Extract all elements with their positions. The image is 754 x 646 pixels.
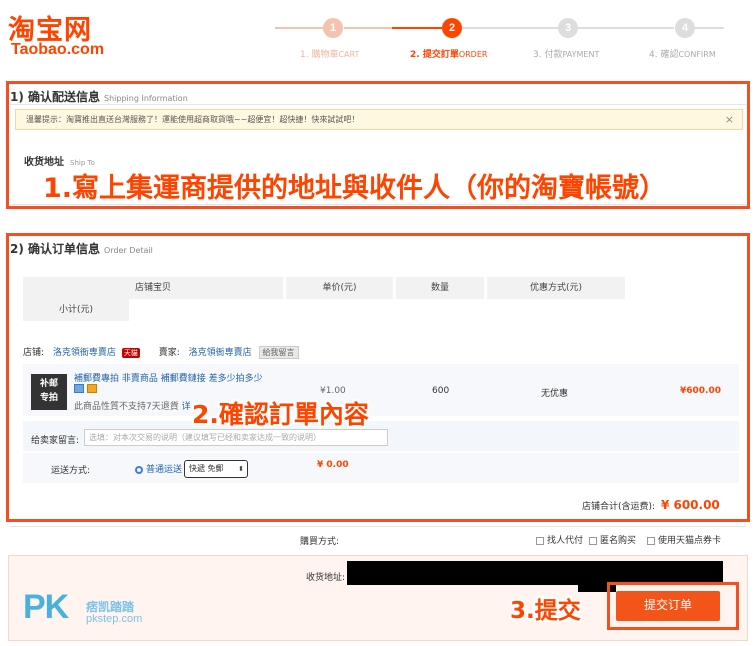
step-3-label: 3. 付款PAYMENT (533, 50, 600, 60)
step-4-circle: 4 (675, 18, 695, 38)
option-anonymous[interactable]: 匿名购买 (589, 533, 636, 546)
tmall-badge: 天貓 (121, 348, 140, 358)
item-title-link[interactable]: 補郵費專拍 非賣商品 補郵費鏈接 差多少拍多少 (74, 371, 263, 384)
item-note: 此商品性質不支持7天退貨 详 (74, 402, 191, 412)
column-header-discount: 优惠方式(元) (487, 277, 625, 299)
step-1-label: 1. 購物車CART (300, 50, 360, 60)
seller-label: 賣家: (158, 348, 180, 358)
service-icon (74, 384, 84, 393)
divider (10, 526, 746, 527)
annotation-step-2: 2.確認訂單內容 (192, 400, 369, 429)
step-2-circle: 2 (442, 18, 462, 38)
shipping-method-row (23, 453, 739, 483)
item-quantity: 600 (432, 386, 450, 396)
shop-label: 店铺: (23, 348, 45, 358)
notice-text: 溫馨提示：淘寶推出直送台灣服務了！運能使用超商取貨哦~~超便宜！超快捷！快來試試… (26, 115, 360, 124)
step-3-circle: 3 (558, 18, 578, 38)
step-1-circle: 1 (323, 18, 343, 38)
pk-watermark-logo: PK (23, 588, 69, 626)
shipping-section-title: 1) 确认配送信息 Shipping Information (10, 90, 188, 104)
radio-icon[interactable] (135, 465, 143, 474)
checkbox-icon[interactable] (647, 536, 655, 545)
card-icon (87, 384, 97, 393)
shipping-carrier-select[interactable]: 快遞 免郵 ⬍ (184, 460, 248, 478)
column-header-subtotal: 小计(元) (23, 299, 129, 321)
option-pay-by-friend[interactable]: 找人代付 (536, 533, 583, 546)
checkbox-icon[interactable] (589, 536, 597, 545)
progress-line-5 (694, 27, 724, 29)
shipping-method-option[interactable]: 普通运送 (135, 462, 182, 475)
item-subtotal: ¥600.00 (680, 386, 721, 396)
step-4-label: 4. 確認CONFIRM (649, 50, 716, 60)
shop-info: 店铺: 洛克領衙専賣店 天貓 賣家: 洛克領衙専賣店 給我留言 (23, 345, 299, 359)
divider (10, 104, 746, 105)
taobao-logo-en[interactable]: Taobao.com (11, 41, 104, 59)
checkbox-icon[interactable] (536, 536, 544, 545)
progress-line-3 (462, 27, 558, 29)
progress-line-4 (578, 27, 674, 29)
shop-total-amount: ¥ 600.00 (660, 498, 720, 512)
step-2-label: 2. 提交訂單ORDER (410, 50, 488, 60)
shipping-fee: ¥ 0.00 (317, 460, 349, 470)
message-to-seller-input[interactable]: 选填：对本次交易的说明（建议填写已经和卖家达成一致的说明） (84, 429, 388, 446)
order-section-title: 2) 确认订单信息 Order Detail (10, 242, 153, 256)
purchase-method-label: 購買方式: (300, 537, 340, 547)
item-note-link[interactable]: 详 (182, 402, 191, 412)
item-discount: 无优惠 (541, 389, 569, 399)
shipping-method-label: 运送方式: (51, 466, 91, 476)
final-address-label: 收货地址: (306, 573, 346, 583)
progress-line-2-active (392, 27, 442, 29)
close-icon[interactable]: × (725, 110, 734, 129)
column-header-qty: 数量 (396, 277, 484, 299)
shop-name-link[interactable]: 洛克領衙専賣店 (53, 348, 116, 358)
watermark-url: pkstep.com (86, 613, 143, 625)
column-header-item: 店铺宝贝 (23, 277, 283, 299)
option-tmall-voucher[interactable]: 使用天猫点券卡 (647, 533, 721, 546)
message-label: 给卖家留言: (31, 436, 80, 446)
column-header-price: 单价(元) (286, 277, 393, 299)
chevron-updown-icon: ⬍ (238, 465, 244, 473)
annotation-step-1: 1.寫上集運商提供的地址與收件人（你的淘寶帳號） (43, 173, 667, 204)
notice-banner: 溫馨提示：淘寶推出直送台灣服務了！運能使用超商取貨哦~~超便宜！超快捷！快來試試… (15, 109, 743, 130)
annotation-step-3: 3.提交 (510, 598, 581, 624)
submit-order-button[interactable]: 提交订单 (616, 591, 720, 621)
shop-total: 店铺合计(含运费): ¥ 600.00 (582, 498, 720, 512)
contact-seller-button[interactable]: 給我留言 (258, 346, 299, 359)
item-thumbnail[interactable]: 补邮 专拍 (31, 374, 67, 410)
seller-name-link[interactable]: 洛克領衙専賣店 (189, 348, 252, 358)
